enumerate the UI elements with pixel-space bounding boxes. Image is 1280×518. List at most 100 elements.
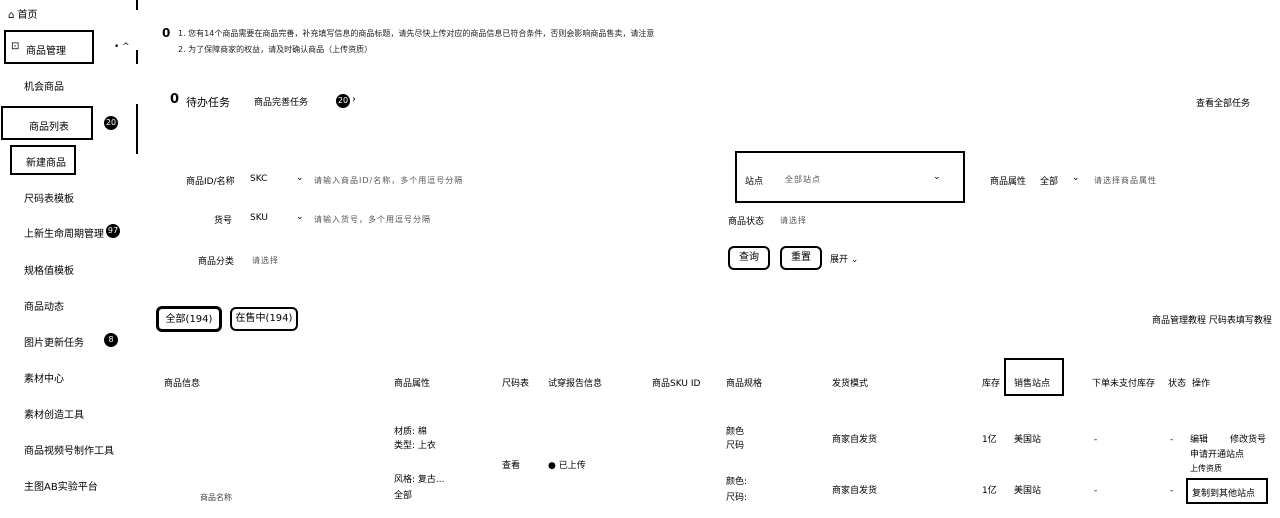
tab-all[interactable]: 全部(194) <box>156 306 222 332</box>
col-pending-stock: 下单未支付库存 <box>1092 379 1156 389</box>
nav-new-product-label: 新建商品 <box>26 158 66 169</box>
row2-attr-2: 全部 <box>394 491 413 501</box>
nav-video-tool[interactable]: 商品视频号制作工具 <box>24 442 114 457</box>
notice-line-2: 2. 为了保障商家的权益，请及时确认商品（上传资质） <box>178 45 373 54</box>
col-sku-id: 商品SKU ID <box>652 379 701 389</box>
image-task-badge: 8 <box>104 333 118 347</box>
reset-button[interactable]: 重置 <box>780 246 822 270</box>
row1-site: 美国站 <box>1014 435 1042 445</box>
row1-stock: 1亿 <box>982 435 997 445</box>
col-attr: 商品属性 <box>394 379 431 389</box>
chevron-down-icon: ⌄ <box>933 172 941 182</box>
chevron-down-icon[interactable]: ⌄ <box>296 212 304 222</box>
product-icon: ⊡ <box>11 41 20 52</box>
site-label: 站点 <box>745 177 764 187</box>
row2-info[interactable]: 商品名称 <box>200 492 232 504</box>
copy-to-site-button[interactable]: 复制到其他站点 <box>1186 478 1268 504</box>
col-stock: 库存 <box>982 379 1001 389</box>
nav-new-product[interactable]: 新建商品 <box>10 145 76 175</box>
col-ship-mode: 发货模式 <box>832 379 869 389</box>
col-spec: 商品规格 <box>726 379 763 389</box>
nav-product-list-label: 商品列表 <box>29 122 69 133</box>
nav-home-label: 首页 <box>17 10 38 21</box>
sidebar: ⌂ 首页 ⊡ 商品管理 • ^ 机会商品 商品列表 20 新建商品 尺码表模板 … <box>0 0 136 518</box>
row1-pending: - <box>1094 435 1098 445</box>
col-site-header: 销售站点 <box>1004 358 1064 396</box>
attr-type-select[interactable]: 全部 <box>1040 174 1058 187</box>
filter-product-code-label: 商品ID/名称 <box>186 177 235 187</box>
table-actions-links[interactable]: 商品管理教程 尺码表填写教程 <box>1152 313 1272 326</box>
product-code-type-select[interactable]: SKC <box>250 174 267 184</box>
row1-spec-1: 颜色 <box>726 427 745 437</box>
query-button[interactable]: 查询 <box>728 246 770 270</box>
todo-count: 0 <box>170 92 180 107</box>
col-product-info: 商品信息 <box>164 379 201 389</box>
col-ops: 操作 <box>1192 379 1211 389</box>
category-label: 商品分类 <box>198 257 235 267</box>
chevron-down-icon: ⌄ <box>850 255 859 265</box>
edit-link[interactable]: 编辑 <box>1190 434 1208 446</box>
nav-size-template[interactable]: 尺码表模板 <box>24 190 74 205</box>
upload-qual-link[interactable]: 上传资质 <box>1190 463 1222 475</box>
apply-site-link[interactable]: 申请开通站点 <box>1190 449 1244 461</box>
row2-ship: 商家自发货 <box>832 486 878 496</box>
col-fit-report: 试穿报告信息 <box>548 379 603 389</box>
site-select[interactable]: 站点 全部站点 ⌄ <box>735 151 965 203</box>
product-code-input[interactable]: 请输入商品ID/名称，多个用逗号分隔 <box>314 175 463 186</box>
chevron-down-icon[interactable]: ⌄ <box>1072 173 1080 183</box>
nav-product-mgmt-label: 商品管理 <box>26 46 66 57</box>
nav-home[interactable]: ⌂ 首页 <box>8 6 38 21</box>
category-select[interactable]: 请选择 <box>252 255 279 266</box>
chevron-right-icon[interactable]: › <box>352 94 356 105</box>
sku-type-select[interactable]: SKU <box>250 213 268 223</box>
divider <box>136 50 138 64</box>
row2-site: 美国站 <box>1014 486 1042 496</box>
status-select[interactable]: 请选择 <box>780 215 807 226</box>
divider[interactable] <box>136 104 138 154</box>
copy-to-site-label: 复制到其他站点 <box>1192 489 1256 499</box>
row1-ship: 商家自发货 <box>832 435 878 445</box>
status-label: 商品状态 <box>728 217 765 227</box>
todo-tab[interactable]: 商品完善任务 <box>254 95 308 108</box>
chevron-up-icon[interactable]: • ^ <box>114 42 130 52</box>
row2-status: - <box>1170 486 1174 496</box>
nav-product-mgmt[interactable]: ⊡ 商品管理 <box>4 30 94 64</box>
row1-fit: ● 已上传 <box>548 461 586 471</box>
view-all-link[interactable]: 查看全部任务 <box>1196 96 1250 109</box>
sku-input[interactable]: 请输入货号，多个用逗号分隔 <box>314 214 431 225</box>
attr-label: 商品属性 <box>990 177 1027 187</box>
col-status: 状态 <box>1168 379 1187 389</box>
tab-on-sale[interactable]: 在售中(194) <box>230 307 298 331</box>
nav-material-center[interactable]: 素材中心 <box>24 370 64 385</box>
attr-input[interactable]: 请选择商品属性 <box>1094 175 1157 186</box>
row2-pending: - <box>1094 486 1098 496</box>
expand-label: 展开 <box>830 255 849 265</box>
todo-tab-badge: 20 <box>336 94 350 108</box>
nav-opportunity[interactable]: 机会商品 <box>24 78 64 93</box>
col-size-chart: 尺码表 <box>502 379 530 389</box>
site-value: 全部站点 <box>785 175 821 184</box>
chevron-down-icon[interactable]: ⌄ <box>296 173 304 183</box>
nav-image-task[interactable]: 图片更新任务 <box>24 334 84 349</box>
divider <box>136 0 138 10</box>
row1-attr-1: 材质: 棉 <box>394 427 427 437</box>
nav-spec-template[interactable]: 规格值模板 <box>24 262 74 277</box>
lifecycle-badge: 97 <box>106 224 120 238</box>
home-icon: ⌂ <box>8 10 15 21</box>
row1-spec-2: 尺码 <box>726 441 745 451</box>
nav-ab-test[interactable]: 主图AB实验平台 <box>24 478 98 493</box>
nav-product-list[interactable]: 商品列表 <box>1 106 93 140</box>
row2-spec-1: 颜色: <box>726 477 748 487</box>
todo-title: 待办任务 <box>186 96 230 109</box>
nav-material-tool[interactable]: 素材创造工具 <box>24 406 84 421</box>
row1-attr-2: 类型: 上衣 <box>394 441 436 451</box>
row1-size-chart[interactable]: 查看 <box>502 460 520 472</box>
row2-spec-2: 尺码: <box>726 493 748 503</box>
nav-product-dynamic[interactable]: 商品动态 <box>24 298 64 313</box>
expand-link[interactable]: 展开 ⌄ <box>830 252 858 265</box>
product-list-badge: 20 <box>104 116 118 130</box>
modify-sku-link[interactable]: 修改货号 <box>1230 434 1266 446</box>
nav-lifecycle[interactable]: 上新生命周期管理 <box>24 225 104 240</box>
row1-status: - <box>1170 435 1174 445</box>
notice-line-1: 1. 您有14个商品需要在商品完善，补充填写信息的商品标题，请先尽快上传对应的商… <box>178 29 655 38</box>
